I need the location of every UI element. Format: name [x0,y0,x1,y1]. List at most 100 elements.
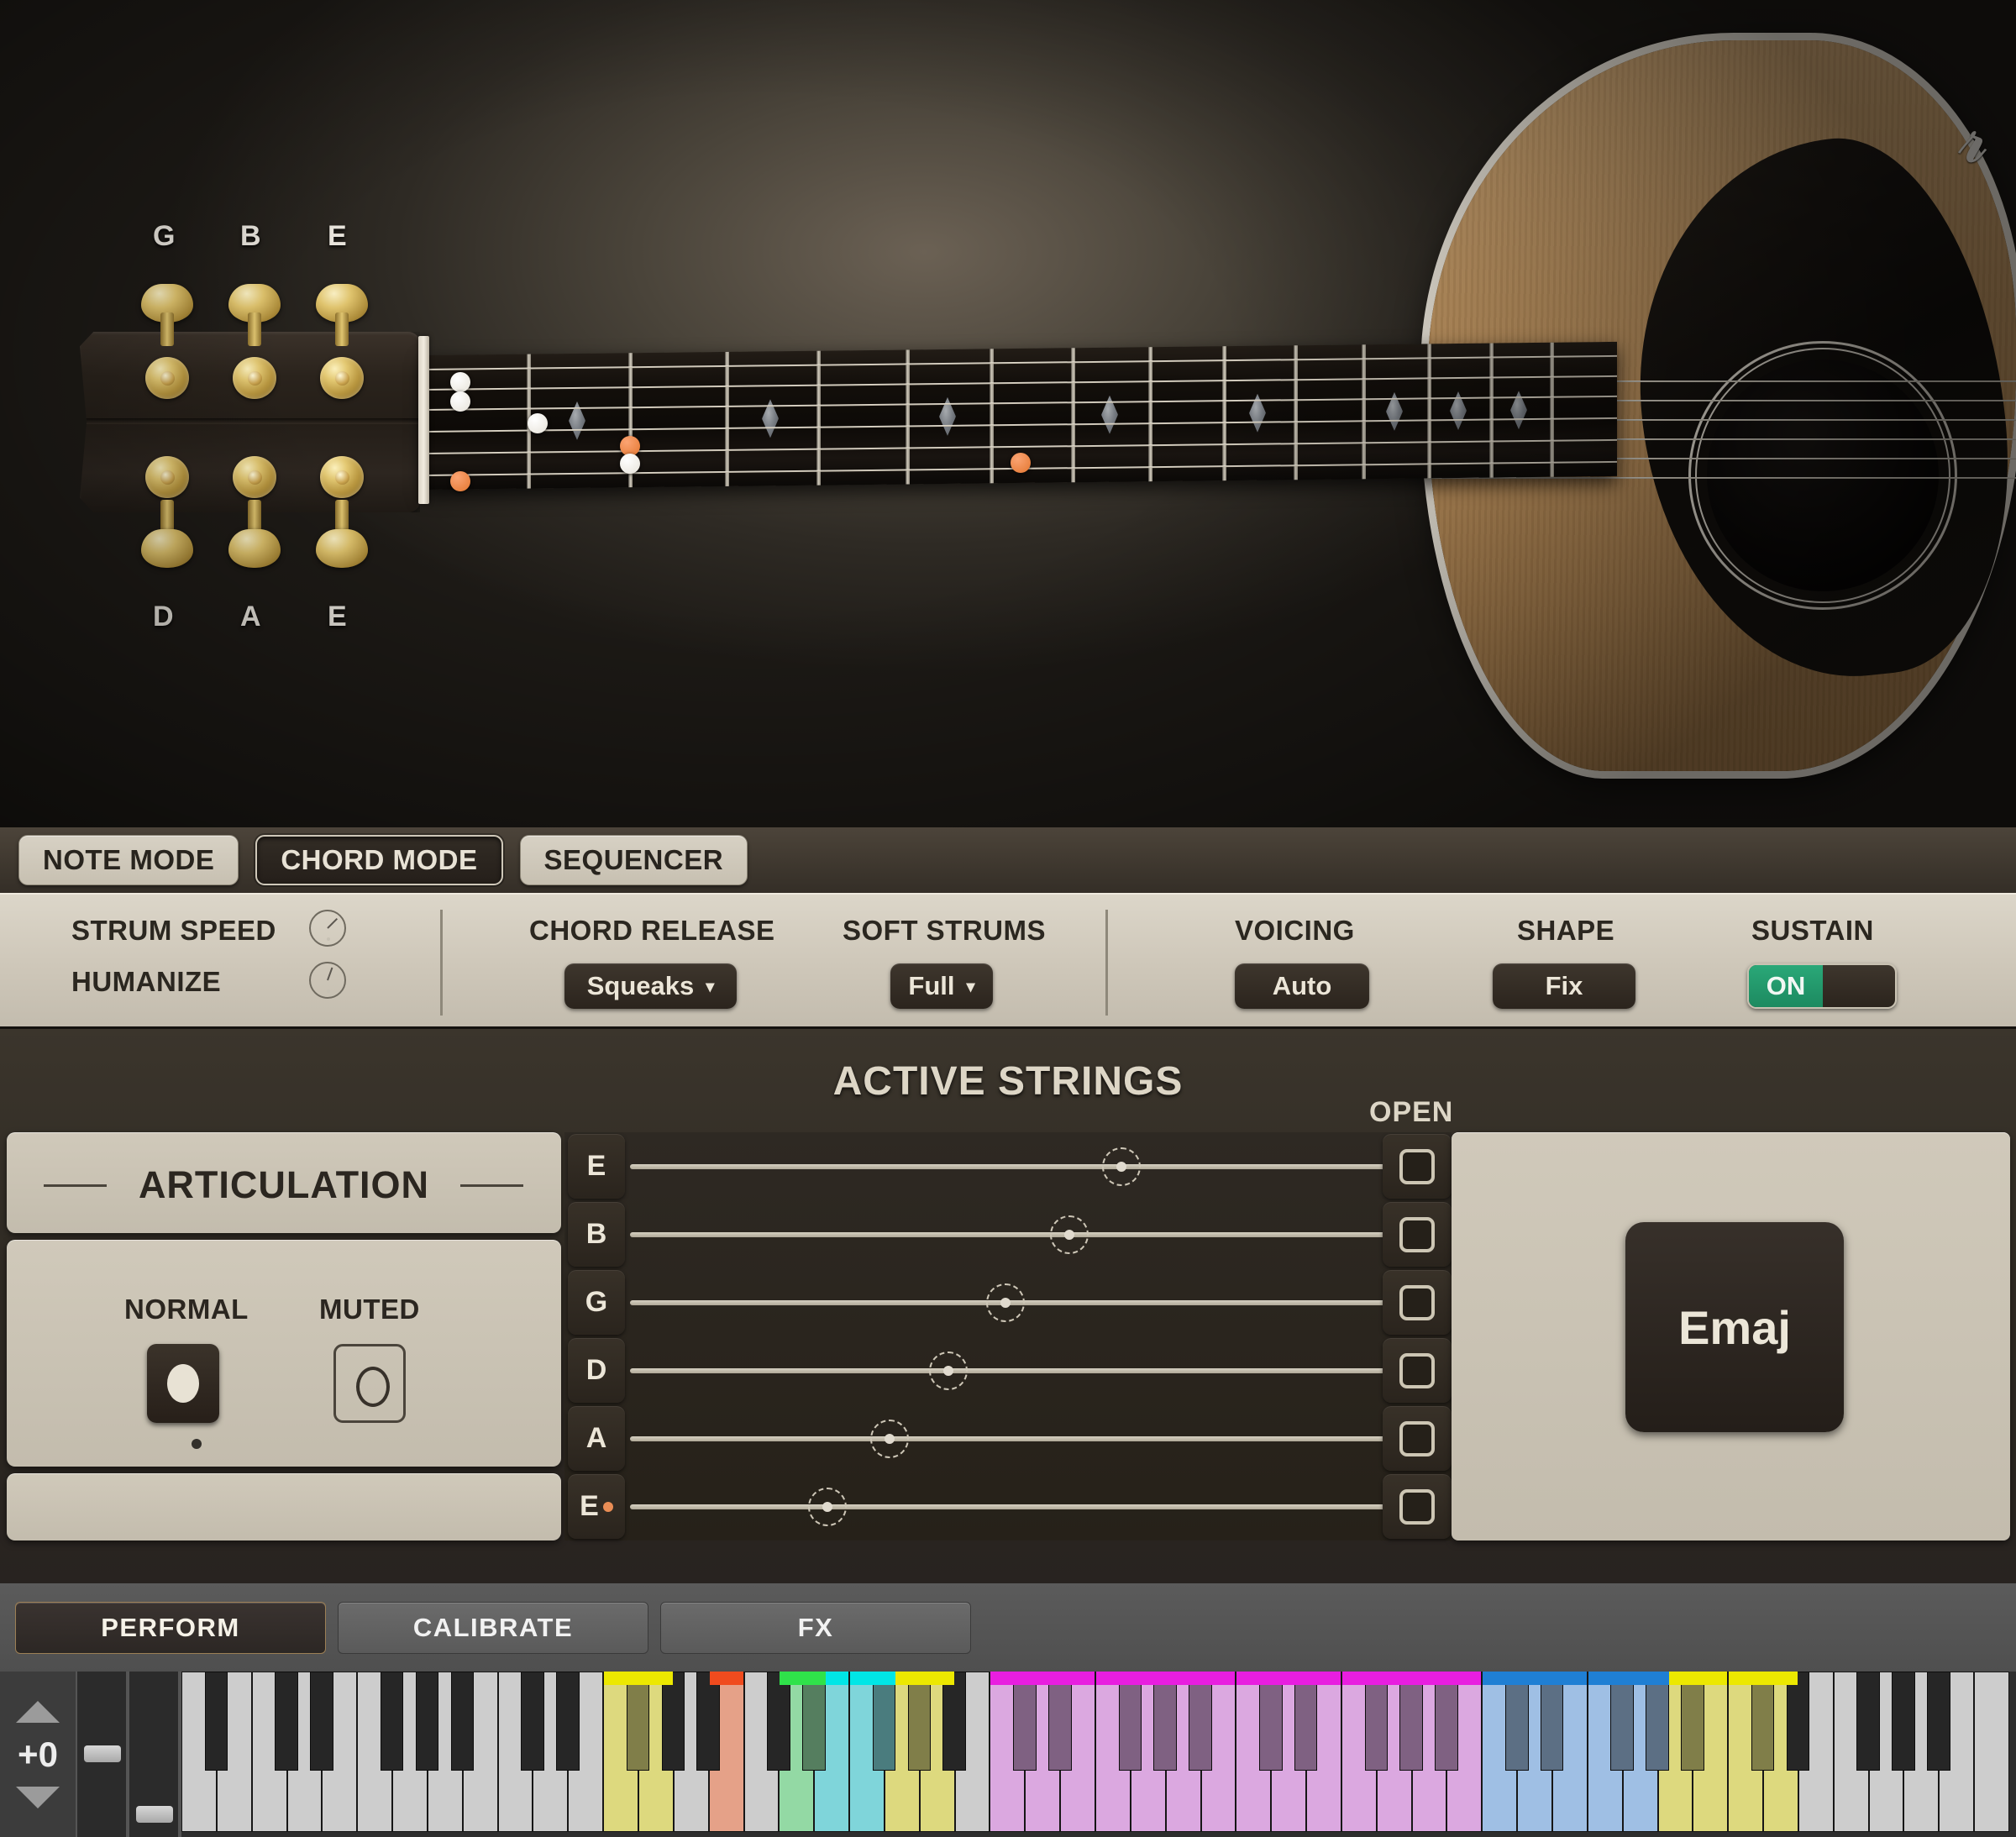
string-slider-handle[interactable] [986,1283,1025,1322]
sustain-toggle[interactable]: ON [1747,963,1897,1009]
string-slider-track[interactable] [630,1232,1411,1237]
mode-button-chord[interactable]: CHORD MODE [255,835,503,885]
shape-button[interactable]: Fix [1493,963,1635,1009]
piano-black-key[interactable] [872,1672,896,1771]
articulation-muted-label: MUTED [319,1294,420,1325]
piano-black-key[interactable] [767,1672,790,1771]
piano-black-key[interactable] [907,1672,932,1771]
string-slider-handle[interactable] [929,1352,968,1390]
pitch-wheel-grip[interactable] [84,1745,121,1762]
string-label-d: D [153,601,175,632]
piano-black-key[interactable] [1118,1672,1142,1771]
guitar-visual: 𝓻 G B E D A E [0,0,2016,827]
piano-black-key[interactable] [1646,1672,1669,1771]
mode-button-sequencer[interactable]: SEQUENCER [519,835,748,885]
piano-black-key[interactable] [1047,1672,1072,1771]
open-checkbox-e1[interactable] [1383,1134,1452,1199]
piano-key-zone-indicator [1504,1672,1529,1685]
piano-black-key[interactable] [1504,1672,1529,1771]
tuner-post [335,500,349,533]
piano-key-zone-indicator [626,1672,650,1685]
piano-black-key[interactable] [1540,1672,1564,1771]
piano-black-key[interactable] [415,1672,439,1771]
piano-black-key[interactable] [275,1672,298,1771]
string-key-e1[interactable]: E [568,1134,625,1199]
current-chord-button[interactable]: Emaj [1625,1222,1844,1432]
open-checkbox-e6[interactable] [1383,1474,1452,1539]
piano-black-key[interactable] [521,1672,544,1771]
humanize-knob[interactable] [309,962,346,999]
string-slider-track[interactable] [630,1164,1411,1169]
piano-black-key[interactable] [802,1672,826,1771]
string-key-e6[interactable]: E [568,1474,625,1539]
piano-key-zone-indicator [1610,1672,1635,1685]
piano-black-key[interactable] [1189,1672,1212,1771]
tab-calibrate[interactable]: CALIBRATE [338,1601,648,1654]
articulation-normal-switch[interactable] [147,1344,219,1423]
tuner-peg [145,456,189,498]
soft-strums-value: Full [908,971,955,1000]
mod-wheel[interactable] [128,1672,180,1837]
string-key-a[interactable]: A [568,1406,625,1471]
piano-black-key[interactable] [310,1672,333,1771]
string-row: D [564,1336,1452,1404]
chord-release-dropdown[interactable]: Squeaks ▾ [564,963,737,1009]
piano-black-key[interactable] [661,1672,685,1771]
string-slider-handle[interactable] [1102,1147,1141,1186]
piano-black-key[interactable] [1892,1672,1915,1771]
string-label-a: A [240,601,262,632]
piano-keyboard[interactable] [180,1672,2016,1837]
piano-black-key[interactable] [450,1672,475,1771]
open-checkbox-d[interactable] [1383,1338,1452,1403]
string-slider-handle[interactable] [1050,1215,1089,1254]
piano-black-key[interactable] [204,1672,228,1771]
piano-black-key[interactable] [1681,1672,1704,1771]
tab-fx[interactable]: FX [660,1601,971,1654]
string-slider-track[interactable] [630,1368,1411,1373]
piano-black-key[interactable] [1927,1672,1950,1771]
open-checkbox-a[interactable] [1383,1406,1452,1471]
piano-black-key[interactable] [942,1672,966,1771]
articulation-footer-panel [7,1473,561,1540]
string-key-g[interactable]: G [568,1270,625,1335]
piano-black-key[interactable] [1364,1672,1389,1771]
piano-black-key[interactable] [1751,1672,1775,1771]
string-label-b: B [240,220,262,252]
piano-black-key[interactable] [696,1672,721,1771]
soft-strums-dropdown[interactable]: Full ▾ [890,963,993,1009]
piano-black-key[interactable] [1610,1672,1635,1771]
string-slider-handle[interactable] [870,1420,909,1458]
body-string [1428,477,2016,479]
piano-black-key[interactable] [1435,1672,1458,1771]
open-checkbox-b[interactable] [1383,1202,1452,1267]
string-slider-track[interactable] [630,1436,1411,1441]
piano-black-key[interactable] [1013,1672,1037,1771]
open-checkbox-g[interactable] [1383,1270,1452,1335]
pitch-wheel[interactable] [76,1672,128,1837]
brand-logo-icon: 𝓻 [1948,97,1991,179]
piano-black-key[interactable] [1153,1672,1178,1771]
piano-black-key[interactable] [556,1672,580,1771]
mode-button-note[interactable]: NOTE MODE [18,835,239,885]
piano-key-zone-indicator [709,1672,743,1685]
piano-black-key[interactable] [1856,1672,1880,1771]
piano-black-key[interactable] [1259,1672,1283,1771]
string-slider-track[interactable] [630,1504,1411,1509]
voicing-button[interactable]: Auto [1235,963,1369,1009]
tab-perform[interactable]: PERFORM [15,1601,326,1654]
articulation-muted-switch[interactable] [333,1344,406,1423]
piano-key-zone-indicator [1751,1672,1775,1685]
piano-black-key[interactable] [380,1672,404,1771]
strum-speed-knob[interactable] [309,910,346,947]
octave-up-arrow-icon[interactable] [16,1700,60,1723]
piano-black-key[interactable] [1399,1672,1423,1771]
mod-wheel-grip[interactable] [136,1806,173,1823]
string-key-d[interactable]: D [568,1338,625,1403]
piano-black-key[interactable] [626,1672,650,1771]
piano-black-key[interactable] [1294,1672,1318,1771]
string-key-b[interactable]: B [568,1202,625,1267]
piano-white-key[interactable] [1974,1672,2009,1832]
piano-black-key[interactable] [1786,1672,1810,1771]
string-slider-handle[interactable] [808,1488,847,1526]
octave-down-arrow-icon[interactable] [16,1786,60,1808]
